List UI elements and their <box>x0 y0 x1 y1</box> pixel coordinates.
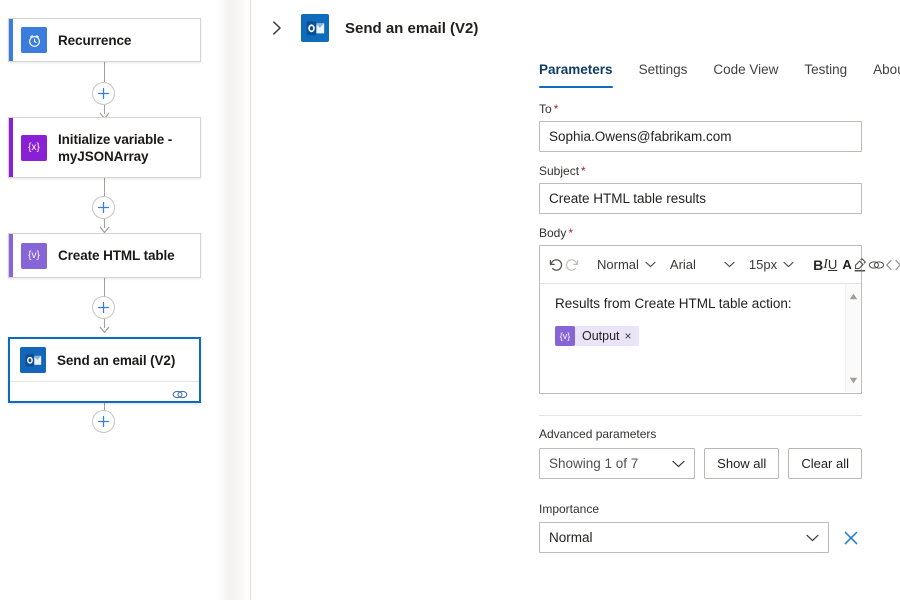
field-to: To* <box>539 102 862 152</box>
insert-step-button-4[interactable] <box>92 410 115 433</box>
undo-icon[interactable] <box>548 251 564 278</box>
outlook-icon <box>20 347 46 373</box>
text-style-dropdown[interactable]: Normal <box>594 252 659 277</box>
redo-icon[interactable] <box>564 251 580 278</box>
advanced-parameters-label: Advanced parameters <box>539 427 862 441</box>
clear-importance-button[interactable] <box>840 527 862 549</box>
advanced-parameters-dropdown[interactable]: Showing 1 of 7 <box>539 448 695 479</box>
plus-icon <box>97 87 110 100</box>
font-size-dropdown[interactable]: 15px <box>746 252 797 277</box>
bold-button[interactable]: B <box>813 251 823 278</box>
editor-toolbar: Normal Arial 15px <box>540 246 861 284</box>
connector-line <box>104 278 105 297</box>
field-body: Body* <box>539 226 862 394</box>
advanced-parameters-value: Showing 1 of 7 <box>549 456 638 471</box>
connector-line <box>104 62 105 82</box>
code-view-icon[interactable] <box>885 251 900 278</box>
section-divider <box>539 415 862 416</box>
variable-braces-icon: {x} <box>21 135 47 161</box>
arrow-head-icon <box>99 324 110 333</box>
clear-all-button[interactable]: Clear all <box>788 448 862 479</box>
tab-about[interactable]: About <box>873 58 900 88</box>
required-marker: * <box>554 102 559 116</box>
to-label: To* <box>539 102 862 116</box>
token-label: Output <box>582 329 620 343</box>
plus-icon <box>97 415 110 428</box>
variable-braces-icon: {v} <box>21 243 47 269</box>
to-input[interactable] <box>539 121 862 152</box>
required-marker: * <box>581 164 586 178</box>
field-advanced-parameters: Advanced parameters Showing 1 of 7 Show … <box>539 427 862 479</box>
chevron-down-icon <box>783 261 794 268</box>
chevron-down-icon <box>672 460 685 468</box>
tab-code-view[interactable]: Code View <box>713 58 778 88</box>
field-importance: Importance Normal <box>539 502 862 553</box>
scroll-up-arrow-icon[interactable] <box>849 287 858 305</box>
importance-value: Normal <box>549 530 593 545</box>
panel-divider[interactable] <box>218 0 251 600</box>
body-content-area[interactable]: Results from Create HTML table action: {… <box>540 284 861 393</box>
workflow-canvas[interactable]: Recurrence {x} Initialize variable - myJ… <box>0 0 218 600</box>
highlight-icon[interactable] <box>852 251 868 278</box>
show-all-button[interactable]: Show all <box>704 448 779 479</box>
insert-step-button-2[interactable] <box>92 196 115 219</box>
details-panel: Send an email (V2) Parameters Settings C… <box>251 0 900 600</box>
chevron-right-icon[interactable] <box>267 18 287 38</box>
rich-text-editor[interactable]: Normal Arial 15px <box>539 245 862 394</box>
outlook-icon <box>301 14 329 42</box>
plus-icon <box>97 301 110 314</box>
insert-step-button-3[interactable] <box>92 296 115 319</box>
chevron-down-icon <box>724 261 735 268</box>
panel-title: Send an email (V2) <box>345 20 478 37</box>
node-title: Recurrence <box>58 32 131 49</box>
subject-label: Subject* <box>539 164 862 178</box>
importance-label: Importance <box>539 502 862 516</box>
workflow-node-recurrence[interactable]: Recurrence <box>8 18 201 62</box>
chevron-down-icon <box>645 261 656 268</box>
tab-settings[interactable]: Settings <box>639 58 688 88</box>
body-scrollbar[interactable] <box>845 284 860 392</box>
dynamic-content-token[interactable]: {v} Output × <box>555 326 639 346</box>
token-remove-button[interactable]: × <box>625 329 632 343</box>
chevron-down-icon <box>806 534 819 542</box>
body-text: Results from Create HTML table action: <box>555 295 847 313</box>
node-title: Send an email (V2) <box>57 352 175 369</box>
font-color-button[interactable]: A <box>842 251 851 278</box>
node-accent-bar <box>9 234 13 277</box>
node-footer <box>10 381 199 411</box>
node-title: Initialize variable - myJSONArray <box>58 131 186 165</box>
insert-step-button-1[interactable] <box>92 82 115 105</box>
workflow-node-send-an-email[interactable]: Send an email (V2) <box>8 337 201 403</box>
tab-testing[interactable]: Testing <box>804 58 847 88</box>
plus-icon <box>97 201 110 214</box>
subject-input[interactable] <box>539 183 862 214</box>
field-subject: Subject* <box>539 164 862 214</box>
workflow-node-create-html-table[interactable]: {v} Create HTML table <box>8 233 201 278</box>
underline-button[interactable]: U <box>828 251 837 278</box>
workflow-node-initialize-variable[interactable]: {x} Initialize variable - myJSONArray <box>8 117 201 178</box>
link-icon[interactable] <box>172 388 188 406</box>
panel-tabs: Parameters Settings Code View Testing Ab… <box>251 58 900 88</box>
scroll-down-arrow-icon[interactable] <box>849 371 858 389</box>
required-marker: * <box>568 226 573 240</box>
importance-dropdown[interactable]: Normal <box>539 522 829 553</box>
font-family-dropdown[interactable]: Arial <box>667 252 738 277</box>
variable-braces-icon: {v} <box>555 326 575 346</box>
body-label: Body* <box>539 226 862 240</box>
tab-parameters[interactable]: Parameters <box>539 58 613 88</box>
panel-header: Send an email (V2) <box>251 0 900 42</box>
parameters-form: To* Subject* Body* <box>251 102 900 553</box>
connector-line <box>104 178 105 197</box>
app-root: Recurrence {x} Initialize variable - myJ… <box>0 0 900 600</box>
node-title: Create HTML table <box>58 247 175 264</box>
link-icon[interactable] <box>868 251 885 278</box>
node-accent-bar <box>9 118 13 177</box>
node-accent-bar <box>9 19 13 61</box>
clock-icon <box>21 27 47 53</box>
